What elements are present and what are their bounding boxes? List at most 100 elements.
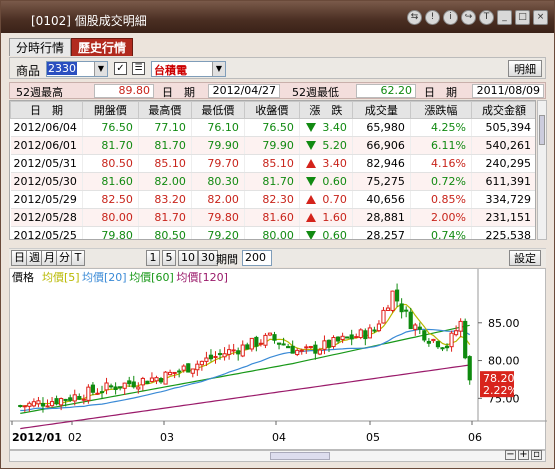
candle-body	[363, 330, 368, 340]
cell-close: 81.60	[244, 208, 300, 227]
candle-body	[286, 346, 291, 349]
filter-checkbox[interactable]: ✓	[114, 62, 127, 75]
candle-body	[36, 400, 41, 405]
chart-scrollbar[interactable]: − + ▫	[9, 450, 546, 462]
candle-body	[399, 303, 404, 313]
col-open[interactable]: 開盤價	[81, 101, 139, 119]
close-button[interactable]: ×	[533, 10, 548, 25]
candle-body	[390, 290, 395, 311]
candle-body	[158, 378, 164, 383]
candle-body	[381, 309, 386, 324]
col-high[interactable]: 最高價	[137, 101, 192, 119]
range-10-button[interactable]: 10	[178, 250, 198, 266]
period-tick-button[interactable]: T	[71, 250, 85, 266]
tab-intraday[interactable]: 分時行情	[9, 38, 72, 56]
candle-body	[18, 405, 23, 408]
alert-icon[interactable]: !	[425, 10, 440, 25]
candle-body	[208, 354, 214, 360]
table-scrollbar[interactable]	[537, 100, 547, 240]
minimize-button[interactable]: _	[497, 10, 512, 25]
zoom-controls: − + ▫	[505, 450, 542, 460]
candle-body	[190, 368, 195, 374]
title-bar: [0102] 個股成交明細 ⇆ ! i ↪ T _ □ ×	[1, 1, 554, 33]
reset-view-icon[interactable]: ▫	[531, 450, 542, 460]
stock-code-select[interactable]: 2330 ▼	[46, 61, 108, 77]
stock-name-select[interactable]: 台積電 ▼	[151, 61, 226, 77]
table-row[interactable]: 2012/06/04 76.50 77.10 76.10 76.50 3.40 65,980…	[10, 118, 535, 137]
info-icon[interactable]: i	[443, 10, 458, 25]
cell-low: 79.20	[191, 226, 245, 239]
table-row[interactable]: 2012/05/31 80.50 85.10 79.70 85.10 3.40 82,946…	[10, 154, 535, 173]
cell-vol: 82,946	[352, 154, 411, 173]
chart-settings-button[interactable]: 設定	[509, 250, 541, 266]
candle-body	[136, 386, 141, 390]
period-input[interactable]: 200	[242, 250, 272, 266]
list-icon[interactable]: ☰	[132, 62, 145, 75]
table-row[interactable]: 2012/05/30 81.60 82.00 80.30 81.70 0.60 75,275…	[10, 172, 535, 191]
low-52w-label: 52週最低	[292, 86, 339, 99]
scroll-thumb[interactable]	[270, 452, 330, 460]
maximize-button[interactable]: □	[515, 10, 530, 25]
link-icon[interactable]: ⇆	[407, 10, 422, 25]
col-date[interactable]: 日 期	[10, 101, 83, 119]
down-arrow-icon	[306, 141, 317, 150]
cell-pct: 4.25%	[410, 118, 472, 137]
high-52w-value: 89.80	[94, 84, 154, 98]
change-value: 3.40	[322, 121, 347, 134]
tab-history[interactable]: 歷史行情	[71, 38, 134, 56]
range-30-button[interactable]: 30	[198, 250, 218, 266]
cell-low: 79.80	[191, 208, 245, 227]
cell-close: 85.10	[244, 154, 300, 173]
cell-close: 80.00	[244, 226, 300, 239]
candle-body	[313, 344, 318, 354]
cell-vol: 28,257	[352, 226, 411, 239]
up-arrow-icon	[306, 159, 317, 168]
cell-high: 85.10	[138, 154, 192, 173]
range-5-button[interactable]: 5	[162, 250, 176, 266]
zoom-in-icon[interactable]: +	[518, 450, 529, 460]
candle-body	[426, 340, 431, 344]
col-volume[interactable]: 成交量	[351, 101, 411, 119]
candle-body	[326, 339, 332, 348]
export-icon[interactable]: ↪	[461, 10, 476, 25]
chevron-down-icon[interactable]: ▼	[94, 62, 107, 76]
cell-date: 2012/05/25	[10, 226, 83, 239]
window-title: [0102] 個股成交明細	[31, 14, 147, 28]
change-value: 5.20	[322, 139, 347, 152]
range-1-button[interactable]: 1	[146, 250, 160, 266]
table-row[interactable]: 2012/05/29 82.50 83.20 82.00 82.30 0.70 40,656…	[10, 190, 535, 209]
chevron-down-icon[interactable]: ▼	[212, 62, 225, 76]
scroll-thumb[interactable]	[539, 115, 545, 145]
details-button[interactable]: 明細	[508, 60, 542, 77]
legend-item: 均價[5]	[42, 270, 80, 284]
cell-close: 79.90	[244, 136, 300, 155]
zoom-out-icon[interactable]: −	[505, 450, 516, 460]
col-percent[interactable]: 漲跌幅	[409, 101, 472, 119]
cell-date: 2012/05/30	[10, 172, 83, 191]
col-low[interactable]: 最低價	[190, 101, 245, 119]
candle-body	[90, 384, 95, 393]
candle-body	[45, 405, 50, 408]
x-tick-label: 03	[160, 431, 174, 444]
candle-body	[276, 342, 282, 345]
cell-amt: 334,729	[471, 190, 535, 209]
cell-open: 79.80	[82, 226, 139, 239]
candle-body	[72, 394, 77, 402]
candle-body	[317, 349, 322, 355]
col-change[interactable]: 漲 跌	[298, 101, 353, 119]
table-row[interactable]: 2012/05/25 79.80 80.50 79.20 80.00 0.60 28,257…	[10, 226, 535, 239]
candle-body	[181, 365, 186, 371]
candle-body	[118, 386, 123, 389]
candle-body	[254, 336, 259, 347]
price-chart[interactable]: 價格 均價[5] 均價[20] 均價[60] 均價[120] 85.00 80.00 75.0…	[9, 268, 547, 450]
cell-low: 80.30	[191, 172, 245, 191]
table-row[interactable]: 2012/06/01 81.70 81.70 79.90 79.90 5.20 66,906…	[10, 136, 535, 155]
up-arrow-icon	[306, 213, 317, 222]
text-icon[interactable]: T	[479, 10, 494, 25]
candle-body	[404, 309, 409, 312]
col-close[interactable]: 收盤價	[243, 101, 300, 119]
table-row[interactable]: 2012/05/28 80.00 81.70 79.80 81.60 1.60 28,881…	[10, 208, 535, 227]
stats-bar: 52週最高 89.80 日 期 2012/04/27 52週最低 62.20 日…	[9, 82, 546, 99]
high-date-label: 日 期	[162, 86, 195, 99]
col-amount[interactable]: 成交金額	[470, 101, 535, 119]
